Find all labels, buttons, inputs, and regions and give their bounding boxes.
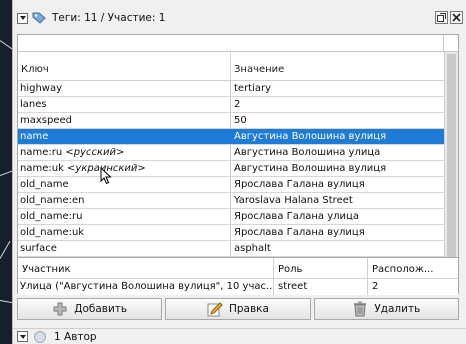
value-cell[interactable]: 50 (231, 113, 444, 128)
table-row[interactable]: old_name:uk Ярослава Галана вулиця (18, 225, 444, 241)
key-cell[interactable]: surface (18, 241, 231, 256)
value-cell[interactable]: Ярослава Галана улица (231, 209, 444, 224)
tags-table-header: Ключ Значение (18, 52, 444, 81)
key-cell[interactable]: name:ru <русский> (18, 145, 231, 160)
key-cell[interactable]: name (18, 129, 231, 144)
delete-button[interactable]: Удалить (313, 298, 459, 320)
table-row[interactable]: old_name Ярослава Галана вулиця (18, 177, 444, 193)
collapse-toggle-icon[interactable] (17, 12, 28, 24)
position-cell: 2 (372, 281, 379, 292)
tag-icon (32, 12, 46, 24)
add-button-label: Добавить (74, 303, 128, 315)
edit-button-label: Правка (229, 303, 269, 315)
tags-table: Ключ Значение highway tertiary lanes 2 maxsp… (18, 52, 444, 257)
value-cell[interactable]: asphalt (231, 241, 444, 256)
table-row[interactable]: name:ru <русский> Августина Волошина улиц… (18, 145, 444, 161)
role-cell: street (274, 279, 368, 295)
key-text: old_name:ru (20, 211, 83, 222)
member-cell: Улица ("Августина Волошина вулиця", 10 у… (18, 279, 274, 295)
table-row[interactable]: name Августина Волошина вулиця (18, 129, 444, 145)
key-cell[interactable]: old_name (18, 177, 231, 192)
window-controls (435, 11, 463, 24)
filter-corner (444, 35, 458, 51)
key-cell[interactable]: maxspeed (18, 113, 231, 128)
author-icon (34, 330, 46, 343)
plus-icon (52, 301, 68, 317)
value-cell[interactable]: Августина Волошина вулиця (231, 129, 444, 144)
column-header-value[interactable]: Значение (231, 52, 444, 80)
members-table-header: Участник Роль Располож... (18, 258, 458, 279)
author-panel-title: 1 Автор (54, 330, 97, 343)
value-cell[interactable]: tertiary (231, 81, 444, 96)
key-cell[interactable]: highway (18, 81, 231, 96)
table-row[interactable]: Улица ("Августина Волошина вулиця", 10 у… (18, 279, 458, 295)
value-cell[interactable]: Yaroslava Halana Street (231, 193, 444, 208)
scrollbar-thumb[interactable] (447, 54, 456, 272)
trash-icon (352, 301, 368, 317)
key-text: surface (20, 243, 57, 254)
key-cell[interactable]: old_name:ru (18, 209, 231, 224)
map-canvas-edge[interactable] (0, 0, 12, 344)
key-text: old_name:uk (20, 227, 85, 238)
panel-title: Теги: 11 / Участие: 1 (52, 12, 166, 24)
key-cell[interactable]: name:uk <украинский> (18, 161, 231, 176)
filter-row (18, 35, 458, 52)
key-cell[interactable]: lanes (18, 97, 231, 112)
column-header-key[interactable]: Ключ (18, 52, 231, 80)
table-row[interactable]: name:uk <украинский> Августина Волошина в… (18, 161, 444, 177)
table-row[interactable]: highway tertiary (18, 81, 444, 97)
key-text: name:uk (20, 163, 64, 174)
value-cell[interactable]: Ярослава Галана вулиця (231, 177, 444, 192)
key-text: lanes (20, 99, 47, 110)
key-text: name:ru (20, 147, 63, 158)
edit-button[interactable]: Правка (165, 298, 311, 320)
filter-input[interactable] (18, 35, 444, 51)
key-text: highway (20, 83, 63, 94)
vertical-scrollbar[interactable] (444, 52, 458, 274)
key-cell[interactable]: old_name:uk (18, 225, 231, 240)
key-cell[interactable]: old_name:en (18, 193, 231, 208)
value-cell[interactable]: 2 (231, 97, 444, 112)
table-row[interactable]: lanes 2 (18, 97, 444, 113)
mouse-cursor-icon (100, 166, 112, 188)
key-text: old_name:en (20, 195, 85, 206)
language-hint: <русский> (65, 147, 125, 158)
column-header-role[interactable]: Роль (274, 258, 368, 278)
key-text: name (20, 131, 49, 142)
value-cell[interactable]: Ярослава Галана вулиця (231, 225, 444, 240)
table-row[interactable]: surface asphalt (18, 241, 444, 257)
close-icon[interactable] (450, 11, 463, 24)
collapse-toggle-icon[interactable] (17, 331, 28, 342)
tags-panel: Теги: 11 / Участие: 1 Ключ Значение high… (12, 0, 466, 344)
tags-toolbar: Добавить Правка Удалить (17, 298, 459, 322)
value-cell[interactable]: Августина Волошина вулиця (231, 161, 444, 176)
members-table: Участник Роль Располож... Улица ("Август… (18, 257, 458, 295)
tags-content: Ключ Значение highway tertiary lanes 2 maxsp… (17, 34, 459, 295)
column-header-position[interactable]: Располож... (368, 258, 442, 278)
column-header-member[interactable]: Участник (18, 258, 274, 278)
value-cell[interactable]: Августина Волошина улица (231, 145, 444, 160)
pencil-icon (207, 301, 223, 317)
delete-button-label: Удалить (374, 303, 421, 315)
author-panel-header: 1 Автор (13, 328, 466, 344)
tags-table-body: highway tertiary lanes 2 maxspeed 50 name Авгус… (18, 81, 444, 257)
add-button[interactable]: Добавить (17, 298, 163, 320)
table-row[interactable]: maxspeed 50 (18, 113, 444, 129)
table-row[interactable]: old_name:en Yaroslava Halana Street (18, 193, 444, 209)
key-text: old_name (20, 179, 69, 190)
undock-icon[interactable] (435, 11, 448, 24)
table-row[interactable]: old_name:ru Ярослава Галана улица (18, 209, 444, 225)
panel-titlebar: Теги: 11 / Участие: 1 (13, 6, 466, 30)
key-text: maxspeed (20, 115, 72, 126)
